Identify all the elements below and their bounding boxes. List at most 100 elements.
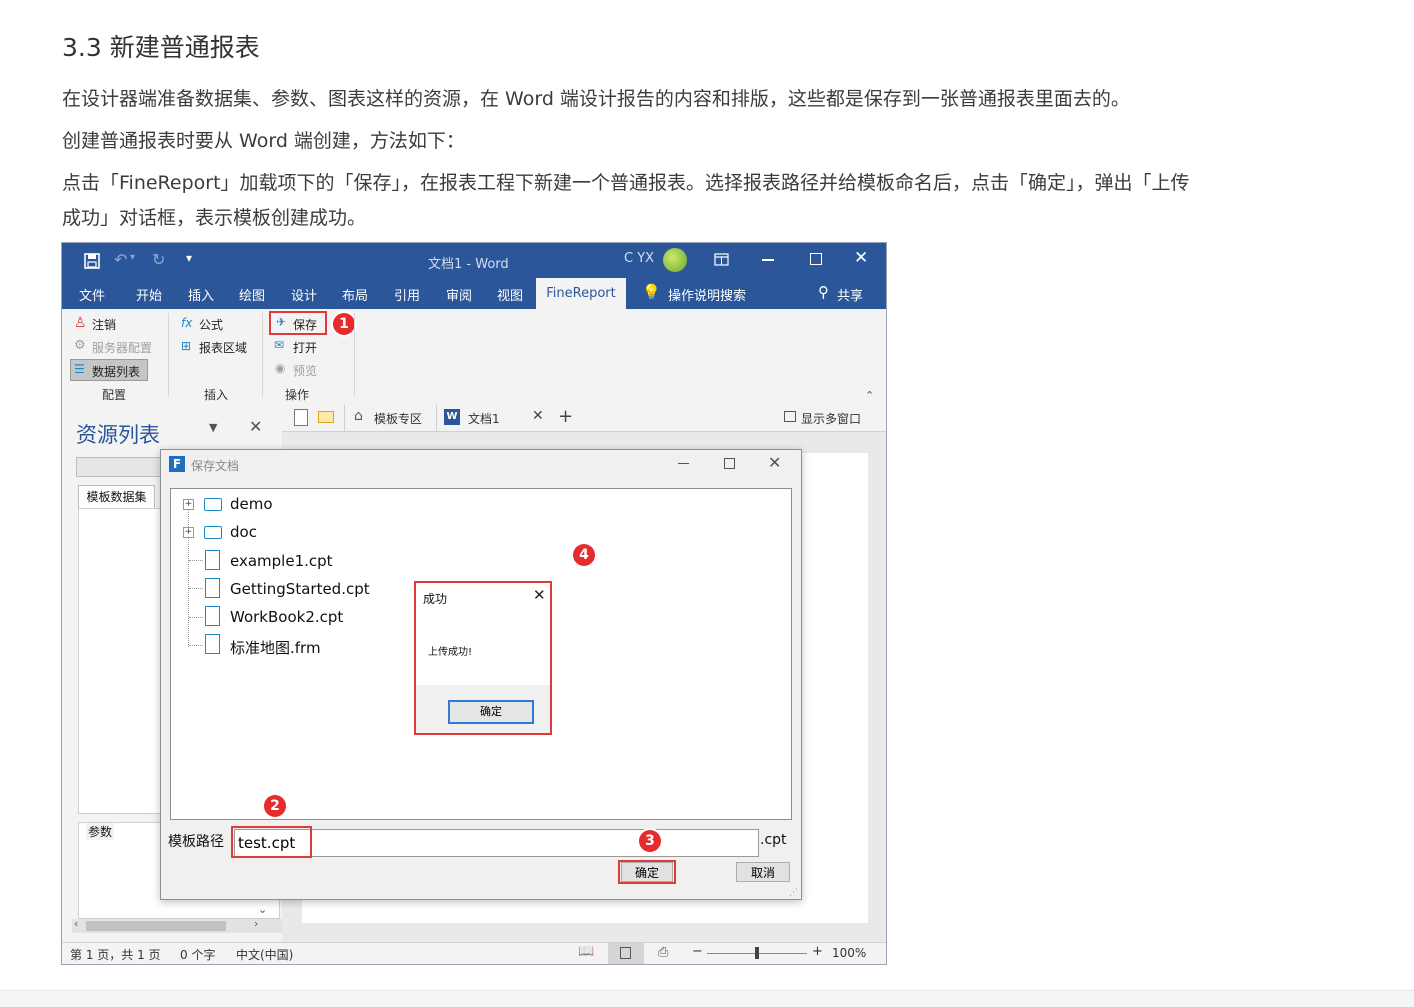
resize-grip-icon[interactable]: ⋰ (789, 888, 798, 898)
print-layout-button[interactable] (608, 943, 644, 964)
horizontal-scrollbar[interactable]: ‹ › (72, 917, 282, 933)
tree-item-gettingstarted[interactable]: GettingStarted.cpt (230, 580, 370, 598)
share-button[interactable]: 共享 (837, 285, 863, 304)
word-doc-icon: W (444, 409, 460, 425)
tell-me-search[interactable]: 操作说明搜索 (668, 285, 746, 304)
tree-connector (189, 645, 203, 646)
scroll-down-icon[interactable]: ⌄ (258, 903, 267, 916)
template-path-value: test.cpt (238, 834, 296, 852)
language: 中文(中国) (236, 948, 294, 962)
ribbon-tabs: 文件 开始 插入 绘图 设计 布局 引用 审阅 视图 FineReport 💡 … (62, 278, 886, 309)
dialog-maximize-icon[interactable] (724, 458, 735, 469)
template-path-input[interactable] (234, 829, 759, 857)
extension-label: .cpt (760, 832, 787, 848)
scroll-right-icon[interactable]: › (254, 917, 258, 930)
success-ok-button[interactable]: 确定 (448, 700, 534, 724)
section-title: 3.3 新建普通报表 (62, 33, 260, 62)
panel-dropdown-icon[interactable]: ▼ (209, 421, 217, 434)
step-badge-3: 3 (639, 830, 661, 852)
multi-window-button[interactable]: 显示多窗口 (801, 410, 861, 427)
tab-separator (436, 405, 437, 431)
title-bar: ↶ ▾ ↻ ▾ 文档1 - Word C YX ✕ (62, 243, 886, 278)
web-layout-icon[interactable]: ⎙ (658, 945, 668, 960)
expand-doc-icon[interactable]: + (183, 527, 194, 538)
collapse-ribbon-icon[interactable]: ⌃ (865, 389, 874, 402)
customize-toolbar-icon[interactable]: ▾ (186, 251, 192, 265)
formula-button[interactable]: 公式 (199, 316, 223, 333)
tab-draw[interactable]: 绘图 (239, 285, 265, 304)
report-area-button[interactable]: 报表区域 (199, 339, 247, 356)
params-label: 参数 (86, 823, 115, 840)
dialog-close-icon[interactable]: ✕ (768, 453, 781, 472)
maximize-icon[interactable] (810, 253, 822, 265)
read-mode-icon[interactable]: 📖 (578, 944, 594, 959)
word-window: ↶ ▾ ↻ ▾ 文档1 - Word C YX ✕ 文件 开始 插入 绘图 设计… (61, 242, 887, 965)
zoom-out-icon[interactable]: − (692, 944, 703, 959)
add-tab-icon[interactable]: + (558, 406, 573, 427)
undo-dropdown-icon[interactable]: ▾ (130, 252, 135, 263)
panel-close-icon[interactable]: ✕ (249, 417, 262, 436)
redo-icon[interactable]: ↻ (152, 250, 165, 269)
save-dialog-title: 保存文档 (191, 459, 240, 473)
tree-item-example1[interactable]: example1.cpt (230, 552, 333, 570)
tree-item-demo[interactable]: demo (230, 495, 273, 513)
expand-demo-icon[interactable]: + (183, 499, 194, 510)
word-count: 0 个字 (180, 948, 216, 962)
template-zone-tab[interactable]: 模板专区 (374, 410, 422, 427)
tab-home[interactable]: 开始 (136, 285, 162, 304)
zoom-in-icon[interactable]: + (812, 944, 823, 959)
undo-icon[interactable]: ↶ (114, 250, 127, 269)
data-list-button[interactable]: ☰ 数据列表 (70, 359, 148, 381)
eye-icon: ◉ (275, 361, 286, 375)
save-cancel-button[interactable]: 取消 (736, 862, 790, 882)
home-icon: ⌂ (354, 408, 363, 424)
tab-layout[interactable]: 布局 (342, 285, 368, 304)
tab-review[interactable]: 审阅 (446, 285, 472, 304)
finereport-logo-icon: F (169, 456, 185, 472)
minimize-icon[interactable] (762, 259, 774, 261)
tree-item-doc[interactable]: doc (230, 523, 257, 541)
folder-open-icon[interactable] (318, 411, 334, 423)
new-doc-icon[interactable] (294, 409, 308, 426)
tab-design[interactable]: 设计 (291, 285, 317, 304)
ribbon-separator (354, 313, 355, 397)
scroll-left-icon[interactable]: ‹ (74, 917, 78, 930)
tab-view[interactable]: 视图 (497, 285, 523, 304)
paragraph-3a: 点击「FineReport」加载项下的「保存」，在报表工程下新建一个普通报表。选… (62, 172, 1190, 194)
group-label-operate: 操作 (285, 388, 310, 402)
logout-button[interactable]: 注销 (92, 316, 116, 333)
paragraph-1: 在设计器端准备数据集、参数、图表这样的资源，在 Word 端设计报告的内容和排版… (62, 88, 1130, 110)
folder-icon (204, 526, 222, 539)
tab-template-dataset[interactable]: 模板数据集 (78, 485, 155, 510)
tab-close-icon[interactable]: ✕ (532, 408, 544, 424)
step-badge-2: 2 (264, 795, 286, 817)
document-tabs: ⌂ 模板专区 W 文档1 ✕ + 显示多窗口 (282, 405, 886, 432)
close-icon[interactable]: ✕ (854, 248, 868, 268)
file-icon (205, 550, 220, 570)
tab-file[interactable]: 文件 (79, 285, 105, 304)
paragraph-2: 创建普通报表时要从 Word 端创建，方法如下： (62, 130, 465, 152)
save-button[interactable]: 保存 (293, 316, 317, 333)
open-button[interactable]: 打开 (293, 339, 317, 356)
tab-references[interactable]: 引用 (394, 285, 420, 304)
group-label-insert: 插入 (204, 388, 229, 402)
success-close-icon[interactable]: ✕ (533, 586, 546, 604)
server-config-button[interactable]: 服务器配置 (92, 339, 152, 356)
avatar[interactable] (663, 248, 687, 272)
tab-finereport[interactable]: FineReport (536, 278, 626, 309)
ribbon-display-icon[interactable] (714, 253, 729, 266)
success-dialog: 成功 ✕ 上传成功! 确定 (414, 581, 552, 735)
tree-item-workbook2[interactable]: WorkBook2.cpt (230, 608, 343, 626)
status-bar: 第 1 页，共 1 页 0 个字 中文(中国) 📖 ⎙ − + 100% (62, 942, 886, 964)
tree-item-map[interactable]: 标准地图.frm (230, 637, 321, 658)
scrollbar-thumb[interactable] (86, 921, 226, 931)
tab-insert[interactable]: 插入 (188, 285, 214, 304)
zoom-slider-thumb[interactable] (755, 947, 759, 959)
zoom-level: 100% (832, 946, 867, 960)
doc1-tab[interactable]: 文档1 (468, 410, 500, 427)
step-badge-4: 4 (573, 544, 595, 566)
preview-button[interactable]: 预览 (293, 362, 317, 379)
save-icon[interactable] (84, 253, 100, 269)
user-name: C YX (624, 251, 655, 266)
dialog-minimize-icon[interactable] (678, 463, 689, 464)
